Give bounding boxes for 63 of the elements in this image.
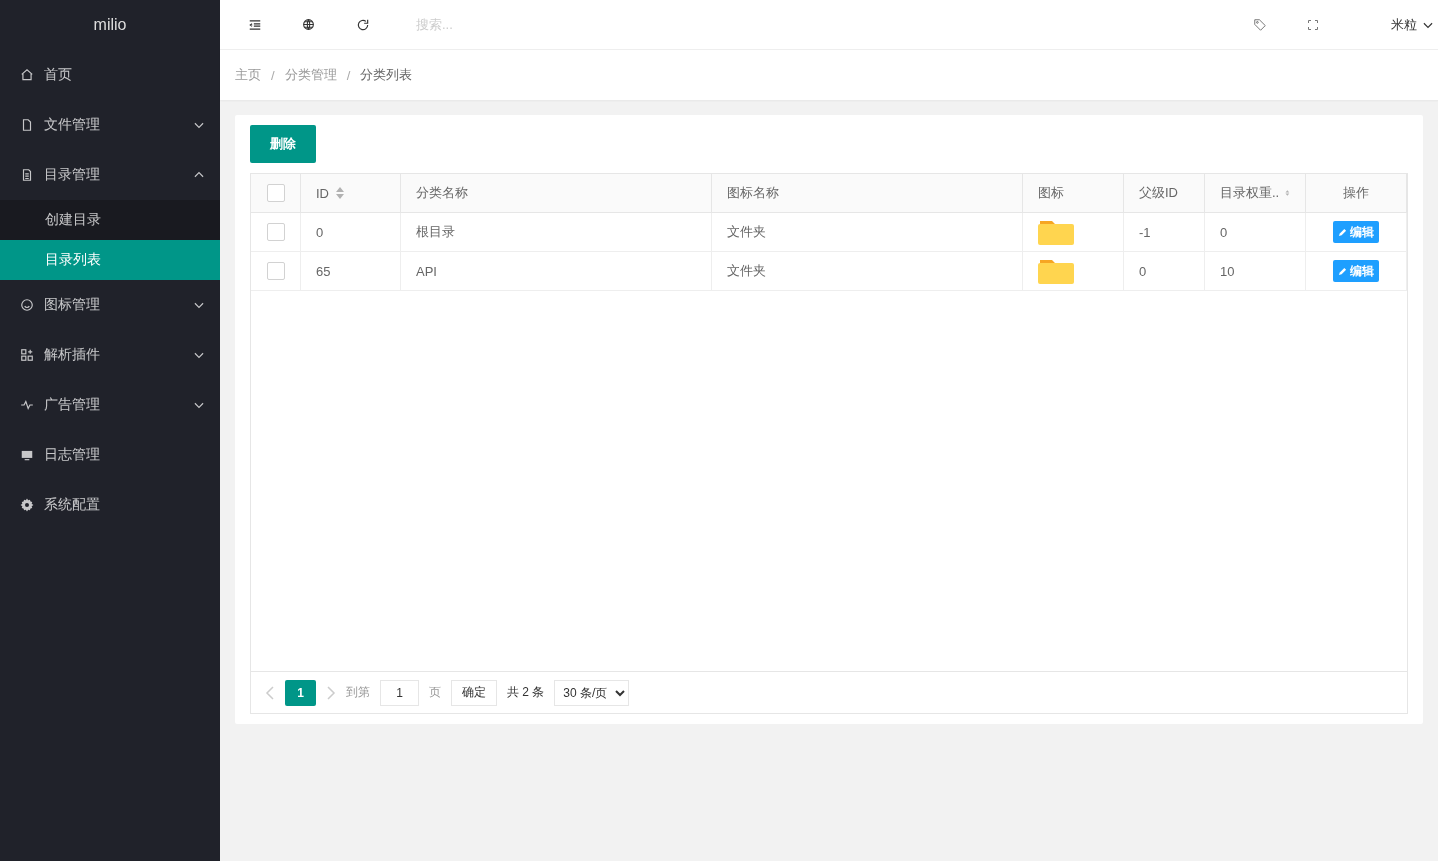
table-cell: 65 (301, 252, 401, 291)
document-icon (20, 168, 34, 182)
table-cell: 0 (301, 213, 401, 252)
app-logo: milio (92, 15, 128, 35)
total-count: 共 2 条 (507, 684, 545, 701)
user-menu[interactable]: 米粒 (1391, 15, 1438, 34)
globe-icon[interactable] (302, 18, 315, 31)
table-cell: 0 (1124, 252, 1205, 291)
confirm-button[interactable]: 确定 (451, 679, 497, 706)
breadcrumb-separator: / (271, 67, 275, 83)
table-cell: 根目录 (401, 213, 712, 252)
column-header[interactable]: ID (301, 174, 401, 213)
column-header: 图标 (1023, 174, 1124, 213)
sidebar-subitem[interactable]: 创建目录 (0, 200, 220, 240)
row-checkbox[interactable] (266, 223, 285, 241)
select-all-checkbox[interactable] (266, 184, 285, 202)
table-cell: 10 (1205, 252, 1306, 291)
pulse-icon (20, 398, 34, 412)
page-unit-label: 页 (429, 684, 441, 701)
gear-icon (20, 498, 34, 512)
table-cell: 文件夹 (712, 252, 1023, 291)
page-button[interactable]: 1 (285, 679, 316, 706)
table-cell: 文件夹 (712, 213, 1023, 252)
file-icon (20, 118, 34, 132)
pencil-icon (1338, 266, 1347, 276)
previous-page-icon[interactable] (265, 685, 275, 700)
goto-label: 到第 (346, 684, 370, 701)
grid-icon (20, 348, 34, 362)
pencil-icon (1338, 227, 1347, 237)
sidebar-item[interactable]: 日志管理 (0, 430, 220, 480)
sort-icon[interactable] (335, 186, 345, 200)
sidebar-item[interactable]: 解析插件 (0, 330, 220, 380)
next-page-icon[interactable] (326, 685, 336, 700)
smiley-icon (20, 298, 34, 312)
folder-icon (1038, 258, 1074, 284)
sidebar-item[interactable]: 文件管理 (0, 100, 220, 150)
column-header: 分类名称 (401, 174, 712, 213)
table-cell: -1 (1124, 213, 1205, 252)
column-header: 父级ID (1124, 174, 1205, 213)
sidebar-item[interactable]: 系统配置 (0, 480, 220, 530)
sidebar-item[interactable]: 首页 (0, 50, 220, 100)
column-header: 操作 (1306, 174, 1407, 213)
sidebar-subitem[interactable]: 目录列表 (0, 240, 220, 280)
refresh-icon[interactable] (356, 17, 370, 32)
delete-button[interactable]: 删除 (250, 125, 316, 163)
sidebar-item[interactable]: 目录管理 (0, 150, 220, 200)
page-input[interactable]: 1 (380, 679, 419, 706)
breadcrumb-separator: / (346, 67, 351, 83)
sidebar-item[interactable]: 广告管理 (0, 380, 220, 430)
column-header[interactable]: 目录权重.. (1205, 174, 1306, 213)
table-cell: 0 (1205, 213, 1306, 252)
breadcrumb-link[interactable]: 分类列表 (360, 66, 413, 84)
fullscreen-icon[interactable] (1307, 18, 1319, 31)
column-header: 图标名称 (712, 174, 1023, 213)
row-checkbox[interactable] (266, 262, 285, 280)
tag-icon[interactable] (1253, 17, 1267, 32)
sidebar-item[interactable]: 图标管理 (0, 280, 220, 330)
menu-fold-icon[interactable] (248, 17, 262, 32)
home-icon (20, 68, 34, 82)
table-cell: API (401, 252, 712, 291)
folder-icon (1038, 219, 1074, 245)
page-size-select[interactable]: 30 条/页 (554, 679, 630, 706)
monitor-icon (20, 448, 34, 462)
